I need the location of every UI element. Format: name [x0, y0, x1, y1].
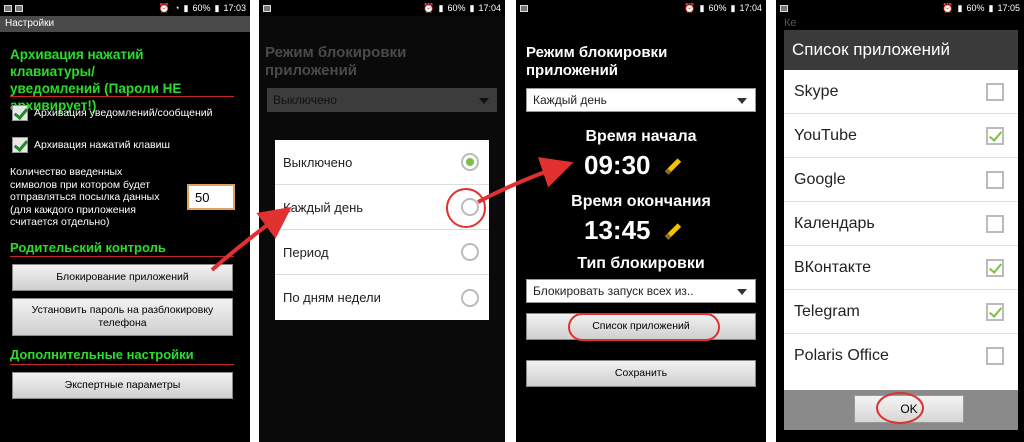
end-time-label: Время окончания — [571, 193, 711, 210]
notification-icon — [4, 4, 12, 12]
archive-keys-checkbox[interactable] — [12, 137, 28, 153]
block-type-dropdown[interactable]: Блокировать запуск всех из.. — [526, 279, 756, 303]
extra-settings-header: Дополнительные настройки — [10, 347, 194, 362]
notification-icon — [520, 4, 528, 12]
mode-options-dialog: Выключено Каждый день Период По дням нед… — [275, 140, 489, 320]
status-bar: ⏰ ◔ ▮ 60% ▮ 17:03 — [0, 0, 250, 16]
battery-level: 60% — [192, 3, 211, 13]
alarm-icon: ⏰ — [684, 2, 696, 13]
chevron-down-icon — [737, 98, 747, 104]
option-off[interactable]: Выключено — [275, 140, 489, 185]
clock: 17:03 — [223, 3, 246, 13]
battery-icon: ▮ — [214, 2, 220, 13]
mode-select-screen: ⏰ ▮ 60% ▮ 17:04 Режим блокировки приложе… — [259, 0, 505, 442]
app-checkbox[interactable] — [986, 126, 1004, 145]
edit-pencil-icon[interactable] — [664, 223, 682, 240]
clock: 17:05 — [997, 3, 1020, 13]
archive-notifications-checkbox[interactable] — [12, 105, 28, 121]
start-time-label: Время начала — [585, 128, 697, 145]
tutorial-collage: ⏰ ◔ ▮ 60% ▮ 17:03 Настройки Архивация на… — [0, 0, 1024, 442]
signal-icon: ▮ — [183, 2, 189, 13]
radio[interactable] — [461, 243, 479, 261]
signal-icon: ▮ — [699, 2, 705, 13]
alarm-icon: ⏰ — [158, 2, 171, 13]
mode-dropdown[interactable]: Выключено — [267, 88, 497, 112]
battery-icon: ▮ — [730, 2, 736, 13]
notification-icon — [780, 4, 788, 12]
end-time-value[interactable]: 13:45 — [584, 215, 651, 246]
app-checkbox[interactable] — [986, 258, 1004, 277]
chevron-down-icon — [737, 289, 747, 295]
status-bar: ⏰ ▮ 60% ▮ 17:05 — [776, 0, 1024, 16]
app-row[interactable]: Polaris Office — [784, 334, 1018, 378]
radio[interactable] — [461, 288, 479, 307]
schedule-screen: ⏰ ▮ 60% ▮ 17:04 Режим блокировки приложе… — [516, 0, 766, 442]
app-row[interactable]: Telegram — [784, 290, 1018, 334]
mode-header: Режим блокировки приложений — [526, 44, 668, 79]
battery-icon: ▮ — [469, 2, 475, 13]
alarm-icon: ⏰ — [423, 2, 435, 13]
settings-screen: ⏰ ◔ ▮ 60% ▮ 17:03 Настройки Архивация на… — [0, 0, 250, 442]
parental-control-header: Родительский контроль — [10, 240, 166, 255]
app-checkbox[interactable] — [986, 82, 1004, 101]
chevron-down-icon — [479, 98, 489, 104]
signal-icon: ▮ — [957, 2, 963, 13]
app-checkbox[interactable] — [986, 170, 1004, 189]
char-count-input[interactable]: 50 — [187, 184, 235, 210]
battery-level: 60% — [708, 3, 727, 13]
archive-notifications-label: Архивация уведомлений/сообщений — [34, 107, 213, 119]
app-list-screen: ⏰ ▮ 60% ▮ 17:05 Ке Список приложений Sky… — [776, 0, 1024, 442]
app-checkbox[interactable] — [986, 347, 1004, 365]
battery-level: 60% — [966, 3, 985, 13]
app-row[interactable]: Календарь — [784, 202, 1018, 246]
highlight-circle — [568, 313, 720, 341]
app-checkbox[interactable] — [986, 214, 1004, 233]
app-row[interactable]: ВКонтакте — [784, 246, 1018, 290]
set-password-button[interactable]: Установить пароль на разблокировку телеф… — [12, 298, 233, 336]
archive-keys-label: Архивация нажатий клавиш — [34, 139, 170, 151]
battery-icon: ▮ — [988, 2, 994, 13]
mode-header: Режим блокировки приложений — [265, 44, 407, 79]
mode-dropdown[interactable]: Каждый день — [526, 88, 756, 112]
section-divider — [10, 256, 234, 257]
page-title: Настройки — [0, 16, 250, 32]
highlight-circle — [446, 188, 486, 228]
background-title: Ке — [784, 17, 797, 29]
app-checkbox[interactable] — [986, 302, 1004, 321]
block-type-label: Тип блокировки — [577, 255, 705, 272]
section-divider — [10, 364, 234, 365]
signal-icon: ▮ — [438, 2, 444, 13]
edit-pencil-icon[interactable] — [664, 158, 682, 175]
section-divider — [10, 96, 234, 97]
save-button[interactable]: Сохранить — [526, 360, 756, 387]
char-count-label: Количество введенных символов при которо… — [10, 166, 160, 228]
status-bar: ⏰ ▮ 60% ▮ 17:04 — [259, 0, 505, 16]
dialog-title: Список приложений — [784, 30, 1018, 70]
app-row[interactable]: YouTube — [784, 114, 1018, 158]
expert-settings-button[interactable]: Экспертные параметры — [12, 372, 233, 399]
app-row[interactable]: Skype — [784, 70, 1018, 114]
option-period[interactable]: Период — [275, 230, 489, 275]
start-time-value[interactable]: 09:30 — [584, 150, 651, 181]
radio-selected[interactable] — [461, 153, 479, 171]
app-row[interactable]: Google — [784, 158, 1018, 202]
highlight-circle — [876, 392, 924, 424]
archive-section-header: Архивация нажатий клавиатуры/ уведомлени… — [10, 47, 182, 113]
status-bar: ⏰ ▮ 60% ▮ 17:04 — [516, 0, 766, 16]
clock: 17:04 — [739, 3, 762, 13]
battery-level: 60% — [447, 3, 466, 13]
app-list-dialog: Список приложений Skype YouTube Google К… — [784, 30, 1018, 430]
clock: 17:04 — [478, 3, 501, 13]
alarm-icon: ⏰ — [942, 2, 954, 13]
block-apps-button[interactable]: Блокирование приложений — [12, 264, 233, 291]
option-weekdays[interactable]: По дням недели — [275, 275, 489, 320]
notification-icon — [263, 4, 271, 12]
notification-icon — [15, 4, 23, 12]
wifi-icon: ◔ — [174, 3, 180, 13]
